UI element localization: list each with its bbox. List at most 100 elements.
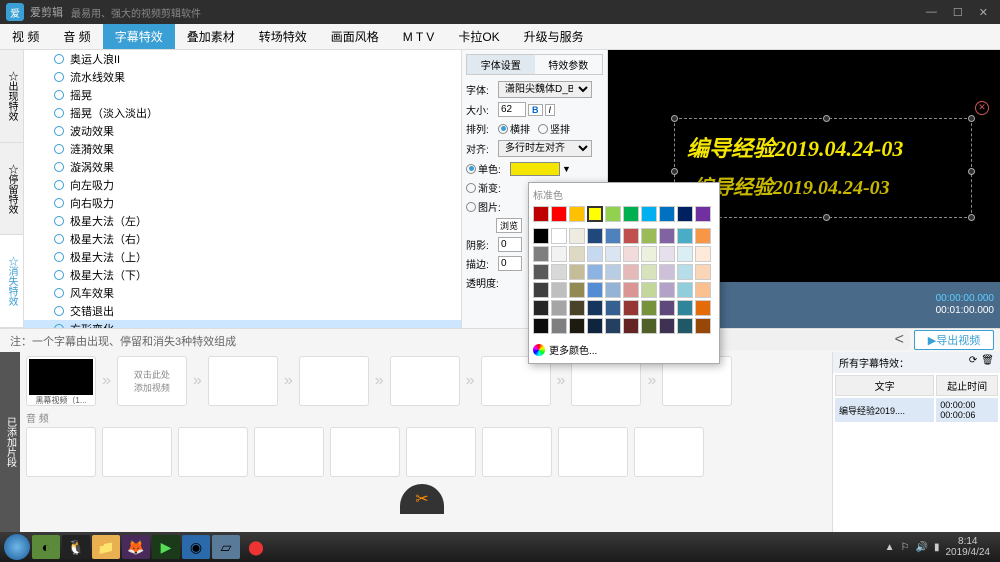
subtitle-row[interactable]: 编导经验2019....00:00:0000:00:06 <box>835 398 998 422</box>
color-swatch[interactable] <box>677 300 693 316</box>
effect-item[interactable]: 摇晃（淡入淡出） <box>24 104 461 122</box>
color-swatch[interactable] <box>587 246 603 262</box>
color-swatch[interactable] <box>641 228 657 244</box>
stroke-input[interactable] <box>498 256 522 271</box>
empty-slot[interactable] <box>390 356 460 406</box>
color-swatch[interactable] <box>551 264 567 280</box>
taskbar-icon[interactable]: ▱ <box>212 535 240 559</box>
color-swatch[interactable] <box>677 246 693 262</box>
more-colors-button[interactable]: 更多颜色... <box>533 340 715 359</box>
color-swatch[interactable] <box>533 282 549 298</box>
tray-icon[interactable]: ⚐ <box>901 542 910 553</box>
menu-tab[interactable]: 转场特效 <box>247 24 319 49</box>
tab-effect-params[interactable]: 特效参数 <box>535 55 603 74</box>
color-swatch[interactable] <box>623 318 639 334</box>
color-swatch[interactable] <box>695 206 711 222</box>
taskbar-icon[interactable]: ⬤ <box>242 535 270 559</box>
size-input[interactable] <box>498 102 526 117</box>
color-swatch[interactable] <box>695 318 711 334</box>
color-swatch[interactable] <box>695 228 711 244</box>
effect-item[interactable]: 极星大法（下） <box>24 266 461 284</box>
video-clip-thumb[interactable]: 黑幕视频（1... <box>26 356 96 406</box>
menu-tab[interactable]: 升级与服务 <box>512 24 596 49</box>
color-swatch[interactable] <box>533 264 549 280</box>
tray-icon[interactable]: ▲ <box>885 542 895 553</box>
effect-item[interactable]: 交错退出 <box>24 302 461 320</box>
color-swatch[interactable] <box>533 300 549 316</box>
color-swatch[interactable] <box>641 300 657 316</box>
color-swatch[interactable] <box>677 282 693 298</box>
side-tab[interactable]: ☆出现特效 <box>0 50 23 143</box>
color-swatch[interactable] <box>623 206 639 222</box>
effect-item[interactable]: 涟漪效果 <box>24 140 461 158</box>
color-swatch[interactable] <box>641 318 657 334</box>
color-swatch[interactable] <box>695 300 711 316</box>
color-swatch[interactable] <box>551 206 567 222</box>
clock-time[interactable]: 8:14 <box>946 536 991 547</box>
color-swatch[interactable] <box>569 300 585 316</box>
color-swatch[interactable] <box>569 318 585 334</box>
shadow-input[interactable] <box>498 237 522 252</box>
menu-tab[interactable]: 卡拉OK <box>446 24 511 49</box>
side-tab[interactable]: ☆消失特效 <box>0 235 23 328</box>
gradient-radio[interactable] <box>466 183 476 193</box>
audio-slot[interactable] <box>254 427 324 477</box>
menu-tab[interactable]: 画面风格 <box>319 24 391 49</box>
taskbar-icon[interactable]: ▶ <box>152 535 180 559</box>
color-swatch[interactable] <box>551 318 567 334</box>
effect-list[interactable]: 奥运人浪II流水线效果摇晃摇晃（淡入淡出）波动效果涟漪效果漩涡效果向左吸力向右吸… <box>24 50 462 328</box>
color-swatch[interactable] <box>551 300 567 316</box>
effect-item[interactable]: 向右吸力 <box>24 194 461 212</box>
color-swatch[interactable] <box>695 264 711 280</box>
audio-slot[interactable] <box>406 427 476 477</box>
share-icon[interactable]: < <box>895 331 904 349</box>
effect-item[interactable]: 极星大法（右） <box>24 230 461 248</box>
color-swatch[interactable] <box>677 206 693 222</box>
menu-tab[interactable]: 叠加素材 <box>175 24 247 49</box>
font-select[interactable]: 潇阳尖魏体D_B <box>498 81 592 98</box>
color-swatch[interactable] <box>677 318 693 334</box>
audio-slot[interactable] <box>634 427 704 477</box>
color-swatch[interactable] <box>569 206 585 222</box>
taskbar-icon[interactable]: 🦊 <box>122 535 150 559</box>
color-swatch[interactable] <box>605 246 621 262</box>
bold-button[interactable]: B <box>528 104 543 116</box>
color-swatch[interactable] <box>587 264 603 280</box>
color-swatch[interactable] <box>695 246 711 262</box>
color-swatch[interactable] <box>659 282 675 298</box>
menu-tab[interactable]: 字幕特效 <box>103 24 175 49</box>
color-swatch[interactable] <box>659 264 675 280</box>
effect-item[interactable]: 奥运人浪II <box>24 50 461 68</box>
minimize-button[interactable]: — <box>922 6 941 19</box>
tab-font-settings[interactable]: 字体设置 <box>467 55 535 74</box>
color-swatch[interactable] <box>605 318 621 334</box>
color-swatch[interactable] <box>623 246 639 262</box>
color-swatch[interactable] <box>569 282 585 298</box>
solid-color-radio[interactable] <box>466 164 476 174</box>
color-swatch[interactable] <box>641 264 657 280</box>
color-swatch[interactable] <box>695 282 711 298</box>
color-swatch[interactable] <box>623 264 639 280</box>
network-icon[interactable]: ▮ <box>934 542 940 553</box>
effect-item[interactable]: 摇晃 <box>24 86 461 104</box>
color-swatch[interactable] <box>659 228 675 244</box>
effect-item[interactable]: 极星大法（上） <box>24 248 461 266</box>
color-swatch[interactable] <box>569 246 585 262</box>
color-swatch[interactable] <box>623 282 639 298</box>
volume-icon[interactable]: 🔊 <box>916 542 928 553</box>
effect-item[interactable]: 极星大法（左） <box>24 212 461 230</box>
color-swatch[interactable] <box>659 300 675 316</box>
color-swatch[interactable] <box>587 206 603 222</box>
audio-slot[interactable] <box>558 427 628 477</box>
clock-date[interactable]: 2019/4/24 <box>946 547 991 558</box>
color-swatch[interactable] <box>587 282 603 298</box>
align-select[interactable]: 多行时左对齐 <box>498 140 592 157</box>
side-tab[interactable]: ☆停留特效 <box>0 143 23 236</box>
color-swatch[interactable] <box>551 282 567 298</box>
color-swatch[interactable] <box>605 282 621 298</box>
menu-tab[interactable]: 音 频 <box>51 24 102 49</box>
audio-slot[interactable] <box>178 427 248 477</box>
color-swatch[interactable] <box>677 228 693 244</box>
taskbar-icon[interactable]: ◐ <box>32 535 60 559</box>
effect-item[interactable]: 向左吸力 <box>24 176 461 194</box>
